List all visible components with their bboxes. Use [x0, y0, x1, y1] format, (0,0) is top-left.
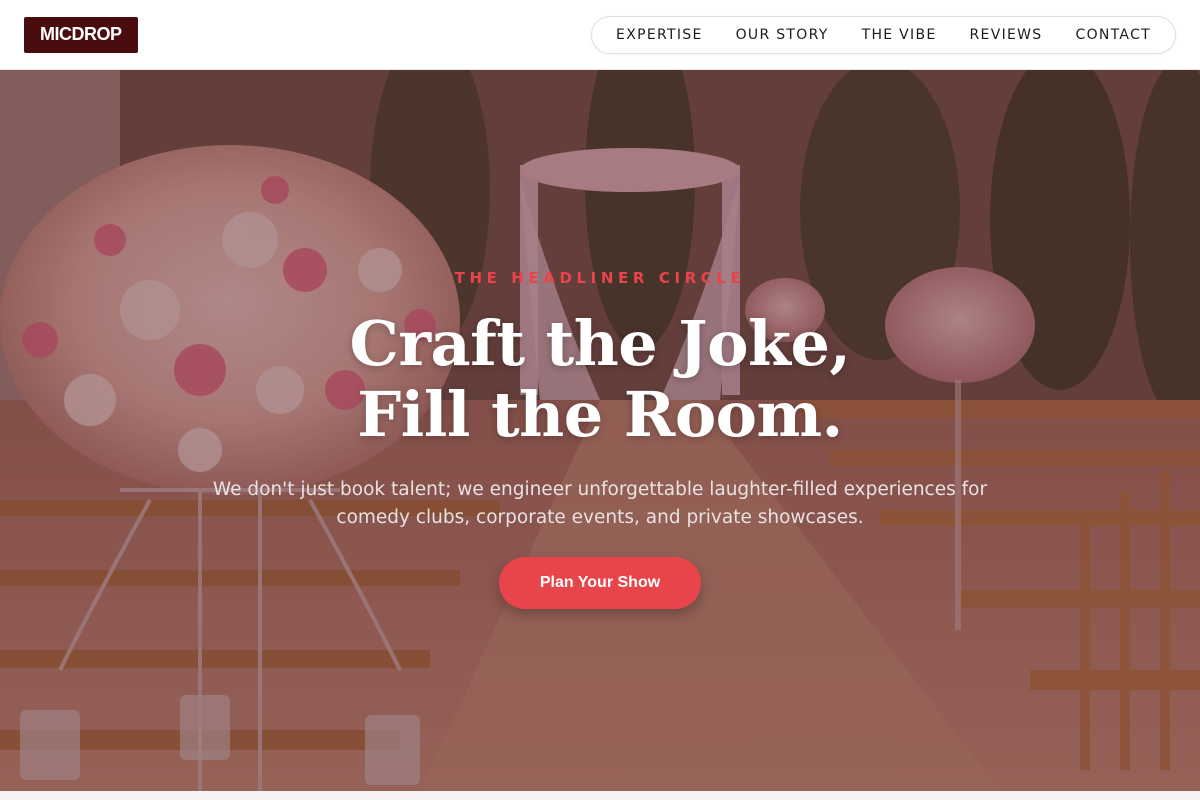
- plan-your-show-button[interactable]: Plan Your Show: [499, 557, 701, 609]
- hero-subtext: We don't just book talent; we engineer u…: [212, 479, 988, 528]
- nav-link-reviews[interactable]: REVIEWS: [970, 27, 1043, 43]
- nav-link-expertise[interactable]: EXPERTISE: [616, 27, 703, 43]
- hero-headline-line-2: Fill the Room.: [357, 378, 843, 451]
- hero-headline: Craft the Joke, Fill the Room.: [0, 308, 1200, 450]
- hero-eyebrow: THE HEADLINER CIRCLE: [454, 269, 746, 287]
- hero-headline-line-1: Craft the Joke,: [349, 307, 851, 380]
- nav-link-our-story[interactable]: OUR STORY: [736, 27, 829, 43]
- hero-section: THE HEADLINER CIRCLE Craft the Joke, Fil…: [0, 70, 1200, 791]
- hero-content: THE HEADLINER CIRCLE Craft the Joke, Fil…: [0, 70, 1200, 791]
- page-bottom-edge: [0, 791, 1200, 800]
- nav-link-the-vibe[interactable]: THE VIBE: [862, 27, 937, 43]
- site-header: MICDROP EXPERTISE OUR STORY THE VIBE REV…: [0, 0, 1200, 70]
- main-nav: EXPERTISE OUR STORY THE VIBE REVIEWS CON…: [591, 15, 1176, 54]
- logo[interactable]: MICDROP: [24, 16, 138, 53]
- nav-link-contact[interactable]: CONTACT: [1076, 27, 1152, 43]
